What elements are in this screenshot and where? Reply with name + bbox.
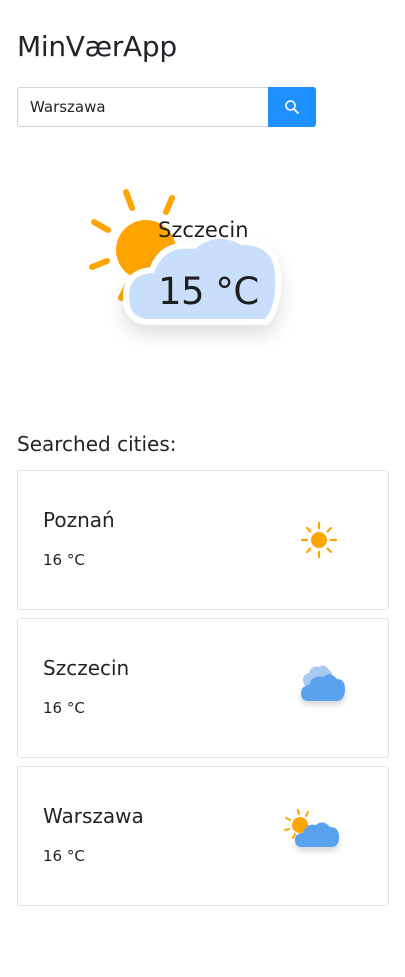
current-city: Szczecin xyxy=(158,218,249,242)
city-name: Poznań xyxy=(43,508,115,532)
city-temperature: 16 °C xyxy=(43,847,85,865)
sun-icon xyxy=(300,521,338,559)
searched-cities-title: Searched cities: xyxy=(17,432,177,456)
current-temperature: 15 °C xyxy=(158,270,259,313)
search-icon xyxy=(285,100,299,114)
city-name: Szczecin xyxy=(43,656,130,680)
city-temperature: 16 °C xyxy=(43,699,85,717)
partly-cloudy-icon xyxy=(284,809,339,847)
city-card-szczecin[interactable]: Szczecin 16 °C xyxy=(17,618,389,758)
city-card-warszawa[interactable]: Warszawa 16 °C xyxy=(17,766,389,906)
search-bar xyxy=(17,87,316,127)
app-title: MinVærApp xyxy=(17,30,177,63)
search-button[interactable] xyxy=(268,87,316,127)
search-input[interactable] xyxy=(17,87,268,127)
city-card-poznan[interactable]: Poznań 16 °C xyxy=(17,470,389,610)
city-name: Warszawa xyxy=(43,804,144,828)
cloudy-icon xyxy=(301,665,345,701)
searched-cities-list: Poznań 16 °C Szczecin 16 °C Warszawa 16 … xyxy=(17,470,389,914)
current-weather: Szczecin 15 °C xyxy=(80,180,295,360)
city-temperature: 16 °C xyxy=(43,551,85,569)
